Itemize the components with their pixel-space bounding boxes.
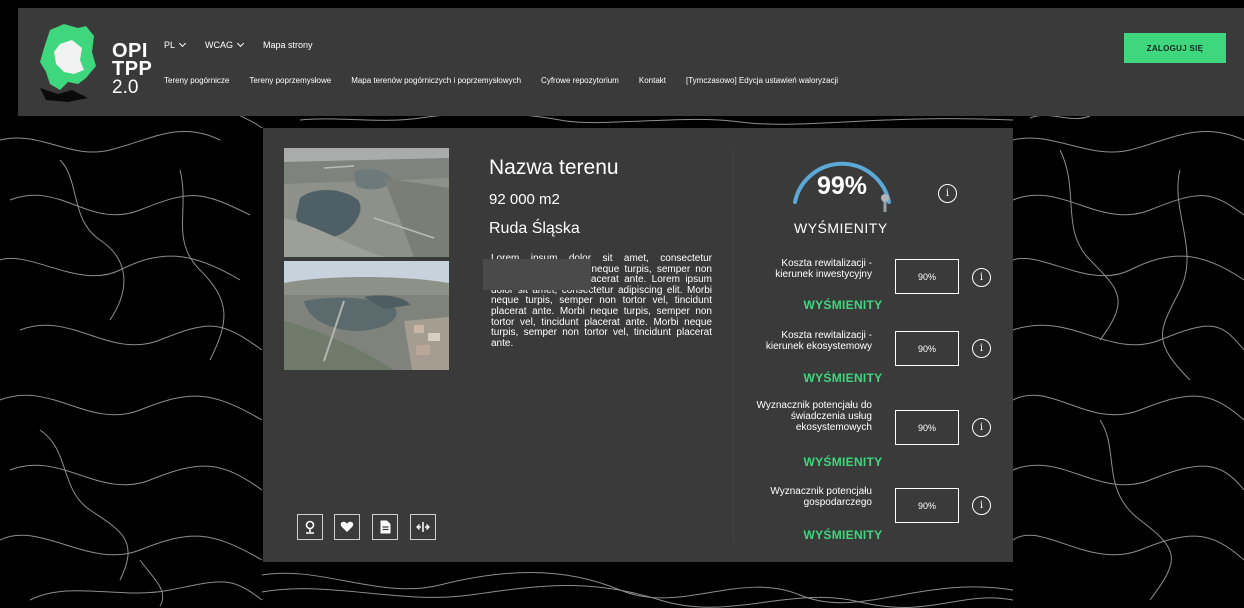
metric-value-input[interactable] [895,259,959,294]
metric-rating: WYŚMIENITY [803,371,883,385]
heart-icon [340,521,354,532]
chevron-down-icon [236,39,245,48]
document-icon [380,520,390,534]
metric-rating: WYŚMIENITY [803,455,883,469]
site-area: 92 000 m2 [489,191,560,208]
wcag-label: WCAG [205,40,234,50]
metric-label: Wyznacznik potencjału gospodarczego [770,486,872,508]
sitemap-link[interactable]: Mapa strony [263,40,313,50]
nav-link-contact[interactable]: Kontakt [639,76,666,85]
metric-info-icon[interactable]: i [972,339,991,358]
metric-rating: WYŚMIENITY [803,528,883,542]
overall-rating: WYŚMIENITY [794,220,888,236]
chevron-down-icon [178,39,187,48]
metric-label: Koszta rewitalizacji - kierunek inwestyc… [775,258,872,280]
nav-link-map[interactable]: Mapa terenów pogórniczych i poprzemysłow… [351,76,521,85]
compare-icon [416,522,430,532]
wcag-selector[interactable]: WCAG [205,39,245,50]
main-nav: Tereny pogórnicze Tereny poprzemysłowe M… [164,76,838,85]
site-photo-2[interactable] [284,261,449,370]
metric-rating: WYŚMIENITY [803,298,883,312]
site-photo-1[interactable] [284,148,449,257]
sitemap-label: Mapa strony [263,40,313,50]
compare-button[interactable] [410,514,436,540]
metric-value-input[interactable] [895,488,959,523]
metric-info-icon[interactable]: i [972,268,991,287]
language-label: PL [164,40,176,50]
column-divider [733,150,734,542]
metric-value-input[interactable] [895,410,959,445]
poland-map-icon [40,24,96,102]
site-title: Nazwa terenu [489,156,619,179]
overall-info-icon[interactable]: i [938,184,957,203]
nav-link-post-industrial[interactable]: Tereny poprzemysłowe [249,76,331,85]
metric-value-input[interactable] [895,331,959,366]
logo[interactable]: OPI TPP 2.0 [38,22,152,102]
document-button[interactable] [372,514,398,540]
language-selector[interactable]: PL [164,39,187,50]
redaction-overlay [483,259,591,290]
logo-line-3: 2.0 [112,77,139,98]
site-card: Nazwa terenu 92 000 m2 Ruda Śląska Lorem… [263,128,1013,562]
metric-info-icon[interactable]: i [972,496,991,515]
map-pin-button[interactable] [297,514,323,540]
map-pin-icon [305,520,315,534]
logo-line-2: TPP [112,58,153,80]
favorite-button[interactable] [334,514,360,540]
top-nav: PL WCAG Mapa strony [164,39,313,50]
nav-link-valuation-settings[interactable]: [Tymczasowo] Edycja ustawień waloryzacji [686,76,838,85]
metric-label: Wyznacznik potencjału do świadczenia usł… [756,400,872,433]
metric-info-icon[interactable]: i [972,418,991,437]
nav-link-repository[interactable]: Cyfrowe repozytorium [541,76,619,85]
nav-link-post-mining[interactable]: Tereny pogórnicze [164,76,229,85]
site-city: Ruda Śląska [489,220,580,237]
logo-text: OPI TPP 2.0 [112,41,153,98]
site-header: OPI TPP 2.0 PL WCAG Mapa strony Tereny p… [18,8,1244,116]
login-button[interactable]: ZALOGUJ SIĘ [1124,33,1226,63]
overall-score: 99% [817,172,868,200]
metric-label: Koszta rewitalizacji - kierunek ekosyste… [765,330,872,352]
